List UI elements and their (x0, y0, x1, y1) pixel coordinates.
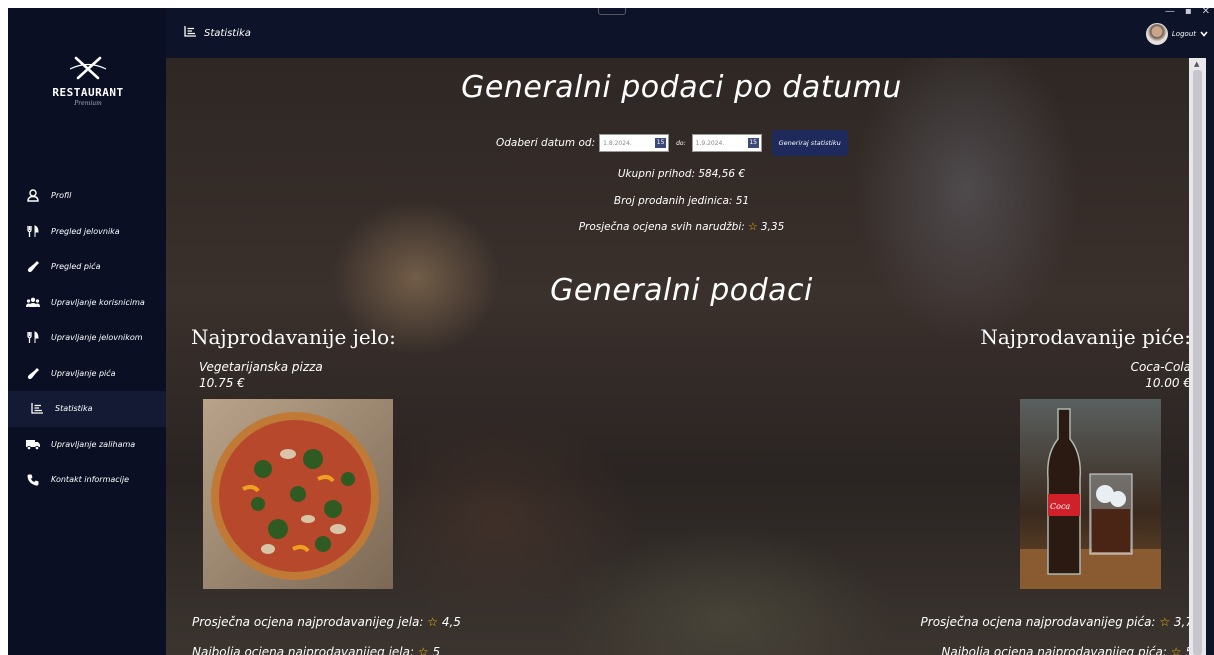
sidebar-item-label: Upravljanje jelovnikom (51, 333, 143, 343)
window-controls: — ▪ ✕ (1165, 8, 1210, 17)
best-food-best-value: 5 (432, 645, 441, 655)
scrollbar-thumb[interactable] (1193, 70, 1202, 655)
date-to-value: 1.9.2024. (695, 139, 725, 147)
truck-icon (26, 437, 40, 451)
best-food-avg-rating: Prosječna ocjena najprodavanijeg jela: ☆… (192, 615, 461, 629)
date-from-field[interactable]: 1.8.2024. 15 (599, 134, 670, 152)
maximize-button[interactable]: ▪ (1185, 8, 1192, 17)
star-icon: ☆ (427, 615, 439, 629)
average-rating-label: Prosječna ocjena svih narudžbi: (578, 221, 745, 233)
cutlery-icon (26, 224, 40, 238)
best-food-best-label: Najbolja ocjena najprodavanijeg jela: (192, 645, 415, 655)
svg-text:Coca: Coca (1050, 502, 1070, 511)
cutlery-icon (26, 331, 40, 345)
best-food-best-rating: Najbolja ocjena najprodavanijeg jela: ☆ … (192, 645, 440, 655)
filter-label: Odaberi datum od: (496, 137, 596, 149)
chevron-down-icon[interactable] (1200, 31, 1208, 37)
sidebar-item-label: Statistika (55, 404, 93, 414)
sidebar-item-label: Upravljanje pića (51, 368, 116, 378)
sidebar-item-label: Upravljanje zalihama (51, 439, 136, 449)
sidebar-item-statistika[interactable]: Statistika (8, 391, 166, 427)
date-from-value: 1.8.2024. (603, 139, 632, 147)
average-rating: Prosječna ocjena svih narudžbi: ☆ 3,35 (166, 221, 1197, 233)
best-drink-avg-rating: Prosječna ocjena najprodavanijeg pića: ☆… (921, 615, 1193, 629)
sidebar-item-upravljanje-korisnicima[interactable]: Upravljanje korisnicima (8, 285, 166, 321)
pizza-image (203, 399, 393, 589)
calendar-icon[interactable]: 15 (747, 138, 759, 148)
bottle-icon (26, 260, 40, 274)
total-revenue: Ukupni prihod: 584,56 € (617, 168, 746, 180)
sidebar-item-pregled-jelovnika[interactable]: Pregled jelovnika (8, 214, 166, 250)
page-title: Statistika (184, 26, 251, 40)
sidebar-item-upravljanje-pica[interactable]: Upravljanje pića (8, 356, 166, 392)
date-filter: Odaberi datum od: 1.8.2024. 15 do: 1.9.2… (496, 130, 848, 156)
avatar[interactable] (1145, 23, 1168, 45)
cutlery-logo-icon (69, 56, 107, 80)
page-title-text: Statistika (204, 27, 251, 39)
user-icon (26, 189, 40, 203)
sidebar-item-pregled-pica[interactable]: Pregled pića (8, 249, 166, 285)
phone-icon (26, 473, 40, 487)
logout-label[interactable]: Logout (1172, 30, 1196, 38)
star-icon: ☆ (748, 221, 758, 233)
units-sold: Broj prodanih jedinica: 51 (613, 195, 750, 207)
calendar-icon[interactable]: 15 (655, 138, 667, 148)
chart-icon (30, 402, 44, 416)
to-label: do: (676, 139, 686, 147)
sidebar-item-label: Pregled jelovnika (51, 226, 120, 236)
top-bar: Statistika Logout (166, 8, 1214, 58)
best-food-name: Vegetarijanska pizza (199, 360, 323, 374)
best-drink-name: Coca-Cola (1130, 360, 1191, 374)
best-drink-price: 10.00 € (1145, 376, 1191, 390)
coca-cola-image: Coca (1020, 399, 1161, 589)
users-icon (26, 295, 40, 309)
best-drink-avg-label: Prosječna ocjena najprodavanijeg pića: (920, 615, 1156, 629)
user-menu[interactable]: Logout (1145, 23, 1208, 45)
vertical-scrollbar[interactable]: ▲ (1189, 58, 1206, 655)
restaurant-logo: RESTAURANT Premium (38, 56, 138, 118)
best-food-price: 10.75 € (199, 376, 245, 390)
sidebar-item-upravljanje-zalihama[interactable]: Upravljanje zalihama (8, 427, 166, 463)
sidebar-item-kontakt-informacije[interactable]: Kontakt informacije (8, 462, 166, 498)
minimize-button[interactable]: — (1165, 8, 1175, 17)
sidebar-item-label: Kontakt informacije (51, 475, 130, 485)
app-window: — ▪ ✕ RESTAURANT Premium Profil Pregled … (8, 8, 1214, 655)
best-food-avg-label: Prosječna ocjena najprodavanijeg jela: (192, 615, 424, 629)
sidebar-item-label: Upravljanje korisnicima (51, 297, 145, 307)
drag-handle[interactable] (598, 8, 626, 15)
sidebar-item-upravljanje-jelovnikom[interactable]: Upravljanje jelovnikom (8, 320, 166, 356)
generate-statistics-button[interactable]: Generiraj statistiku (771, 130, 848, 156)
star-icon: ☆ (1159, 615, 1171, 629)
scroll-up-icon[interactable]: ▲ (1194, 60, 1199, 68)
best-drink-best-rating: Najbolja ocjena najprodavanijeg pića: ☆ … (941, 645, 1193, 655)
date-section-title: Generalni podaci po datumu (461, 70, 902, 105)
best-drink-best-label: Najbolja ocjena najprodavanijeg pića: (941, 645, 1167, 655)
star-icon: ☆ (417, 645, 429, 655)
main-content: Generalni podaci po datumu Odaberi datum… (166, 58, 1197, 655)
date-to-field[interactable]: 1.9.2024. 15 (691, 134, 762, 152)
general-section-title: Generalni podaci (550, 273, 813, 308)
best-drink-heading: Najprodavanije piće: (980, 325, 1191, 349)
logo-brand: RESTAURANT (52, 86, 124, 99)
sidebar-nav: Profil Pregled jelovnika Pregled pića Up… (8, 178, 166, 498)
star-icon: ☆ (1170, 645, 1182, 655)
average-rating-value: 3,35 (760, 221, 785, 233)
chart-icon (184, 26, 196, 40)
logo-tagline: Premium (74, 100, 102, 107)
sidebar-item-profil[interactable]: Profil (8, 178, 166, 214)
sidebar: RESTAURANT Premium Profil Pregled jelovn… (8, 8, 166, 655)
sidebar-item-label: Profil (51, 191, 72, 201)
bottle-icon (26, 366, 40, 380)
best-food-heading: Najprodavanije jelo: (191, 325, 396, 349)
sidebar-item-label: Pregled pića (51, 262, 101, 272)
close-button[interactable]: ✕ (1202, 8, 1210, 17)
best-food-avg-value: 4,5 (441, 615, 461, 629)
